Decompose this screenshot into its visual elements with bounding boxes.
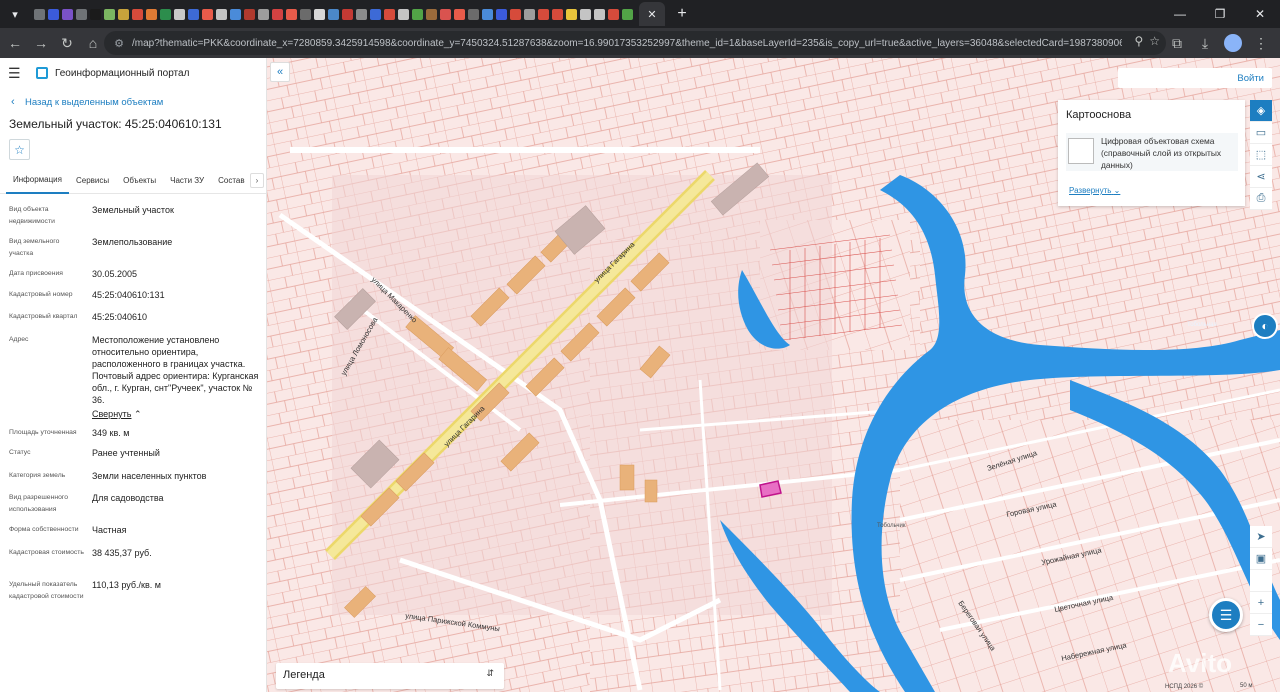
new-tab-icon[interactable]: +	[671, 5, 693, 23]
chevron-left-icon: ‹	[11, 96, 15, 108]
expand-layers-link[interactable]: Развернуть ⌄	[1069, 186, 1120, 195]
zoom-out-icon[interactable]: −	[1250, 614, 1272, 636]
url-text[interactable]: /map?thematic=PKK&coordinate_x=7280859.3…	[132, 38, 1122, 49]
avito-watermark: Avito	[1168, 648, 1233, 678]
window-controls: — ❐ ✕	[1160, 0, 1280, 28]
layer-name: Цифровая объектовая схема (справочный сл…	[1101, 136, 1222, 170]
restore-icon[interactable]: ❐	[1200, 0, 1240, 28]
zoom-icon[interactable]: ⚲	[1134, 34, 1143, 48]
layers-tool-icon[interactable]: ◈	[1250, 100, 1272, 122]
download-icon[interactable]: ⤓	[1192, 30, 1218, 56]
share-tool-icon[interactable]: ⋖	[1250, 166, 1272, 188]
browser-toolbar: ← → ↻ ⌂ ⚙ /map?thematic=PKK&coordinate_x…	[0, 28, 1280, 58]
river-label: Тобольная	[1187, 322, 1217, 328]
active-tab-close-icon[interactable]: ✕	[639, 2, 665, 26]
tab-information[interactable]: Информация	[6, 168, 69, 194]
river-label: Тобольчик	[877, 523, 906, 529]
profile-avatar[interactable]	[1224, 34, 1242, 52]
extensions-icon[interactable]: ⧉	[1164, 30, 1190, 56]
back-link-label: Назад к выделенным объектам	[25, 96, 164, 108]
zoom-in-icon[interactable]: +	[1250, 592, 1272, 614]
basemap-panel: Картооснова Цифровая объектовая схема (с…	[1058, 100, 1245, 206]
portal-header: ☰ Геоинформационный портал	[0, 58, 266, 88]
tab-objects[interactable]: Объекты	[116, 168, 163, 194]
tab-composition[interactable]: Состав	[211, 168, 252, 194]
updown-arrows-icon: ⇵	[486, 668, 494, 678]
object-info-panel: ☰ Геоинформационный портал ‹ Назад к выд…	[0, 58, 267, 692]
basemap-layer-item[interactable]: Цифровая объектовая схема (справочный сл…	[1066, 133, 1238, 171]
reload-icon[interactable]: ↻	[54, 30, 80, 56]
portal-logo	[36, 67, 48, 79]
tab-parts[interactable]: Части ЗУ	[163, 168, 211, 194]
map-nav-tools: ➤ ▣ + −	[1250, 526, 1272, 636]
login-button[interactable]: Войти	[1118, 68, 1272, 88]
select-area-tool-icon[interactable]: ⬚	[1250, 144, 1272, 166]
locate-icon[interactable]: ➤	[1250, 526, 1272, 548]
copyright-note: НСПД 2026 ©	[1165, 684, 1204, 690]
bookmark-star-icon[interactable]: ☆	[1149, 34, 1160, 48]
portal-title: Геоинформационный портал	[55, 67, 190, 79]
ruler-tool-icon[interactable]: ▭	[1250, 122, 1272, 144]
layer-thumbnail-icon	[1068, 138, 1094, 164]
basemap-title: Картооснова	[1066, 109, 1132, 121]
address-bar[interactable]: ⚙ /map?thematic=PKK&coordinate_x=7280859…	[104, 31, 1166, 55]
forward-icon[interactable]: →	[28, 30, 54, 56]
favorite-star-icon[interactable]: ☆	[9, 139, 30, 160]
menu-icon[interactable]: ☰	[8, 65, 22, 82]
chevron-down-icon: ⌄	[1113, 186, 1121, 195]
legend-label: Легенда	[283, 669, 325, 681]
chat-support-icon[interactable]: ☰	[1209, 598, 1243, 632]
tabs-scroll-right-icon[interactable]: ›	[250, 173, 264, 188]
tab-services[interactable]: Сервисы	[69, 168, 116, 194]
scale-bar: 50 м	[1240, 683, 1253, 689]
assistant-icon[interactable]: ◐	[1252, 313, 1278, 339]
page-title: Земельный участок: 45:25:040610:131	[9, 117, 222, 131]
print-tool-icon[interactable]: ⎙	[1250, 188, 1272, 210]
support-spacer	[1250, 570, 1272, 592]
info-tabs: Информация Сервисы Объекты Части ЗУ Сост…	[0, 168, 266, 194]
site-info-icon[interactable]: ⚙	[110, 34, 128, 52]
minimap-icon[interactable]: ▣	[1250, 548, 1272, 570]
home-icon[interactable]: ⌂	[80, 30, 106, 56]
legend-select[interactable]: Легенда ⇵	[276, 663, 504, 689]
map-tools: ◈ ▭ ⬚ ⋖ ⎙	[1250, 100, 1272, 210]
browser-menu-icon[interactable]: ⋮	[1248, 30, 1274, 56]
back-icon[interactable]: ←	[2, 30, 28, 56]
pinned-tabs[interactable]	[34, 8, 633, 20]
tab-search-icon[interactable]: ▾	[2, 1, 28, 27]
chevron-up-icon: ⌃	[134, 409, 142, 419]
browser-tab-bar: ▾ ✕ + — ❐ ✕	[0, 0, 1280, 28]
minimize-icon[interactable]: —	[1160, 0, 1200, 28]
collapse-panel-icon[interactable]: «	[270, 62, 290, 82]
back-to-selected-link[interactable]: ‹ Назад к выделенным объектам	[0, 95, 266, 109]
window-close-icon[interactable]: ✕	[1240, 0, 1280, 28]
